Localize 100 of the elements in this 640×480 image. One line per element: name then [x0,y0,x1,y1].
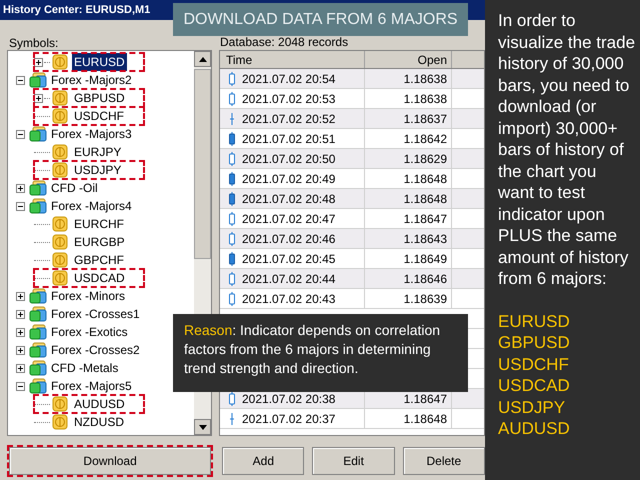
group-label[interactable]: Forex -Exotics [51,323,128,341]
scroll-up-icon[interactable] [194,51,211,67]
dollar-coin-icon [52,414,68,430]
symbol-label[interactable]: EURJPY [72,143,124,161]
major-symbol: USDCHF [498,354,570,375]
folder-icon [29,342,47,358]
expand-icon[interactable] [16,184,25,192]
table-cell: 1.18637 [365,109,452,128]
banner: DOWNLOAD DATA FROM 6 MAJORS [173,3,468,36]
dollar-coin-icon [52,252,68,268]
expand-icon[interactable] [16,292,25,300]
time-text: 2021.07.02 20:45 [242,250,336,268]
time-text: 2021.07.02 20:54 [242,70,336,88]
time-text: 2021.07.02 20:37 [242,410,336,428]
collapse-icon[interactable] [16,382,25,390]
collapse-icon[interactable] [16,130,25,138]
dollar-coin-icon [52,90,68,106]
table-cell: 1.18629 [365,149,452,168]
table-cell: 1.18642 [365,129,452,148]
group-label[interactable]: Forex -Majors5 [51,377,132,395]
table-cell: 1.18648 [365,169,452,188]
group-label[interactable]: Forex -Majors4 [51,197,132,215]
dollar-coin-icon [52,216,68,232]
group-label[interactable]: Forex -Crosses2 [51,341,140,359]
symbol-label[interactable]: NZDUSD [72,413,126,431]
scroll-thumb[interactable] [194,69,211,259]
symbol-label[interactable]: EURUSD [72,53,127,71]
dollar-coin-icon [52,270,68,286]
table-cell: 1.18648 [365,189,452,208]
expand-icon[interactable] [16,310,25,318]
expand-icon[interactable] [16,346,25,354]
expand-icon[interactable] [16,328,25,336]
time-text: 2021.07.02 20:43 [242,290,336,308]
folder-icon [29,378,47,394]
symbol-label[interactable]: USDCHF [72,107,126,125]
symbol-label[interactable]: AUDUSD [72,395,127,413]
group-label[interactable]: CFD -Metals [51,359,118,377]
dollar-coin-icon [52,144,68,160]
symbol-label[interactable]: USDCAD [72,269,127,287]
symbol-label[interactable]: USDJPY [72,161,124,179]
collapse-icon[interactable] [16,202,25,210]
table-cell: 1.18638 [365,89,452,108]
symbol-label[interactable]: EURGBP [72,233,127,251]
time-text: 2021.07.02 20:44 [242,270,336,288]
reason-tooltip: Reason: Indicator depends on correlation factors from the 6 majors in determining trend strength and direction. [173,314,468,392]
symbol-label[interactable]: GBPUSD [72,89,127,107]
symbols-label: Symbols: [8,36,60,50]
action-button[interactable]: Download [9,447,212,475]
column-header[interactable]: Open [365,51,452,68]
folder-icon [29,126,47,142]
dollar-coin-icon [52,162,68,178]
time-text: 2021.07.02 20:46 [242,230,336,248]
symbol-label[interactable]: GBPCHF [72,251,126,269]
group-label[interactable]: Forex -Crosses1 [51,305,140,323]
info-text: In order to visualize the trade history of 30,000 bars, you need to download (or import) 30,000+ bars of history of the chart you want to test indicator upon PLUS the same amount of history from 6 majors: [498,10,636,290]
dollar-coin-icon [52,396,68,412]
folder-icon [29,72,47,88]
expand-icon[interactable] [34,94,43,102]
major-symbol: EURUSD [498,310,571,332]
dollar-coin-icon [52,108,68,124]
table-cell: 1.18638 [365,69,452,88]
table-cell: 1.18647 [365,209,452,228]
major-symbol: USDCAD [498,375,571,396]
table-cell: 1.18649 [365,249,452,268]
dollar-coin-icon [52,234,68,250]
group-label[interactable]: Forex -Majors3 [51,125,132,143]
action-button[interactable]: Add [222,447,304,475]
dollar-coin-icon [52,54,68,70]
time-text: 2021.07.02 20:49 [242,170,336,188]
major-symbol: GBPUSD [498,332,571,354]
folder-icon [29,360,47,376]
time-text: 2021.07.02 20:47 [242,210,336,228]
group-label[interactable]: Forex -Majors2 [51,71,132,89]
scroll-down-icon[interactable] [194,419,211,435]
time-text: 2021.07.02 20:53 [242,90,336,108]
table-cell: 1.18643 [365,229,452,248]
folder-icon [29,306,47,322]
group-label[interactable]: CFD -Oil [51,179,98,197]
collapse-icon[interactable] [16,76,25,84]
column-header[interactable]: Time [220,51,365,68]
database-label: Database: 2048 records [219,35,350,49]
folder-icon [29,288,47,304]
expand-icon[interactable] [16,364,25,372]
time-text: 2021.07.02 20:51 [242,130,336,148]
time-text: 2021.07.02 20:38 [242,390,336,408]
table-cell: 1.18648 [365,409,452,428]
folder-icon [29,198,47,214]
symbol-label[interactable]: EURCHF [72,215,126,233]
expand-icon[interactable] [34,58,43,66]
folder-icon [29,324,47,340]
action-button[interactable]: Edit [312,447,395,475]
major-symbol: USDJPY [498,396,566,418]
time-text: 2021.07.02 20:48 [242,190,336,208]
time-text: 2021.07.02 20:50 [242,150,336,168]
action-button[interactable]: Delete [402,447,485,475]
major-symbol: AUDUSD [498,418,571,440]
time-text: 2021.07.02 20:52 [242,110,336,128]
table-cell: 1.18646 [365,269,452,288]
folder-icon [29,180,47,196]
group-label[interactable]: Forex -Minors [51,287,126,305]
